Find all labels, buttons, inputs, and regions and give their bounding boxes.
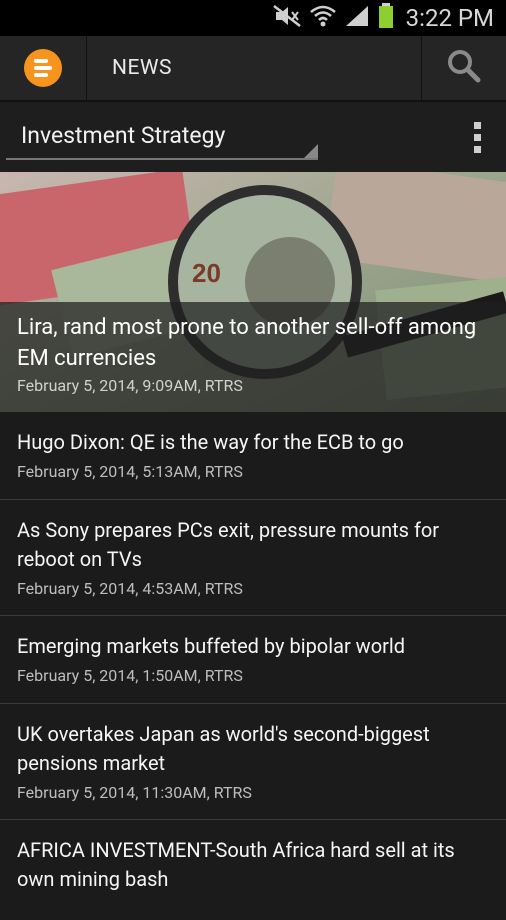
search-icon <box>447 49 481 87</box>
status-bar: 3:22 PM <box>0 0 506 36</box>
article-headline: Hugo Dixon: QE is the way for the ECB to… <box>17 430 404 454</box>
hero-article[interactable]: 20 Lira, rand most prone to another sell… <box>0 172 506 412</box>
search-button[interactable] <box>421 36 506 100</box>
list-item[interactable]: AFRICA INVESTMENT-South Africa hard sell… <box>0 820 506 920</box>
dropdown-arrow-icon <box>304 144 318 158</box>
overflow-menu-icon[interactable] <box>472 122 482 156</box>
list-item[interactable]: Emerging markets buffeted by bipolar wor… <box>0 616 506 704</box>
mute-icon <box>272 4 302 32</box>
app-logo-button[interactable] <box>0 36 87 100</box>
status-time: 3:22 PM <box>405 4 494 32</box>
article-headline: Emerging markets buffeted by bipolar wor… <box>17 634 406 658</box>
article-meta: February 5, 2014, 4:53AM, RTRS <box>17 579 243 598</box>
article-headline: UK overtakes Japan as world's second-big… <box>17 722 430 775</box>
article-meta: February 5, 2014, 5:13AM, RTRS <box>17 462 243 481</box>
hero-headline: Lira, rand most prone to another sell-of… <box>17 315 477 371</box>
article-meta: February 5, 2014, 11:30AM, RTRS <box>17 783 252 802</box>
article-list: Hugo Dixon: QE is the way for the ECB to… <box>0 412 506 920</box>
app-logo-icon <box>24 49 62 87</box>
battery-icon <box>378 3 394 33</box>
page-title: NEWS <box>112 56 173 80</box>
wifi-icon <box>309 4 336 32</box>
list-item[interactable]: Hugo Dixon: QE is the way for the ECB to… <box>0 412 506 500</box>
article-meta: February 5, 2014, 1:50AM, RTRS <box>17 666 243 685</box>
article-headline: AFRICA INVESTMENT-South Africa hard sell… <box>17 838 455 891</box>
svg-text:20: 20 <box>192 258 221 288</box>
list-item[interactable]: As Sony prepares PCs exit, pressure moun… <box>0 500 506 616</box>
signal-icon <box>344 4 370 32</box>
category-bar: Investment Strategy <box>0 102 506 172</box>
action-bar: NEWS <box>0 36 506 102</box>
category-dropdown[interactable]: Investment Strategy <box>6 112 318 160</box>
hero-meta: February 5, 2014, 9:09AM, RTRS <box>17 376 243 395</box>
category-selected: Investment Strategy <box>21 122 226 149</box>
article-headline: As Sony prepares PCs exit, pressure moun… <box>17 518 440 571</box>
list-item[interactable]: UK overtakes Japan as world's second-big… <box>0 704 506 820</box>
